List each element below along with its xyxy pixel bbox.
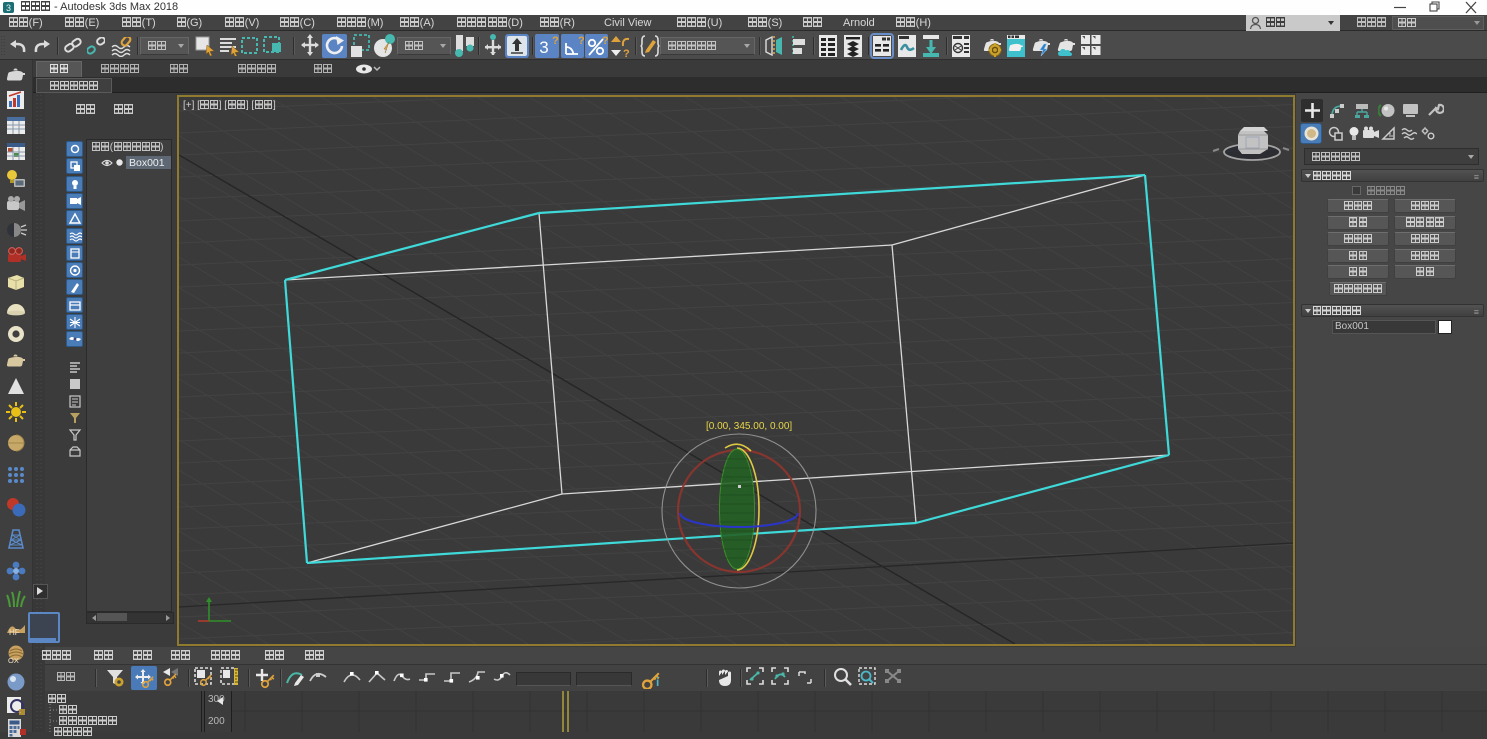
svg-text:?: ? — [578, 35, 584, 47]
svg-text:?: ? — [552, 35, 559, 47]
svg-text:OX: OX — [8, 656, 19, 665]
svg-text:i: i — [656, 675, 659, 689]
svg-text:3: 3 — [6, 3, 11, 13]
svg-text:?: ? — [602, 35, 608, 47]
svg-text:3: 3 — [539, 38, 548, 57]
svg-text:?: ? — [623, 48, 630, 58]
svg-text:HF: HF — [9, 628, 20, 637]
